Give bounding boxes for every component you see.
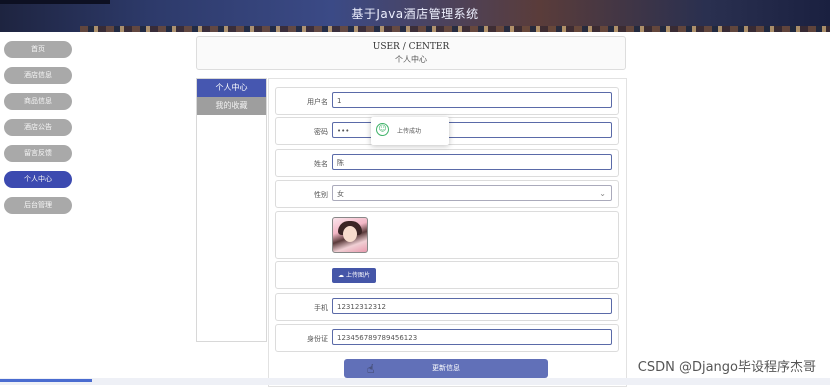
idcard-input[interactable]: 123456789789456123 bbox=[332, 329, 612, 345]
nav-item-admin[interactable]: 后台管理 bbox=[4, 197, 72, 214]
smile-icon: ☺ bbox=[376, 123, 389, 136]
gender-value: 女 bbox=[337, 190, 344, 198]
upload-row: ☁ 上传图片 bbox=[275, 261, 619, 289]
update-info-button[interactable]: 更新信息 bbox=[344, 359, 548, 378]
nav-item-hotel-info[interactable]: 酒店信息 bbox=[4, 67, 72, 84]
gender-label: 性别 bbox=[314, 191, 328, 199]
upload-success-toast: ☺ 上传成功 bbox=[371, 117, 449, 145]
username-label: 用户名 bbox=[307, 98, 328, 106]
bottom-bar bbox=[0, 378, 830, 385]
upload-image-button[interactable]: ☁ 上传图片 bbox=[332, 268, 376, 283]
page-header-en: USER / CENTER bbox=[372, 42, 450, 52]
pointer-cursor-icon: ☝ bbox=[367, 362, 375, 376]
progress-bar bbox=[0, 379, 92, 382]
chevron-down-icon: ⌄ bbox=[599, 189, 606, 198]
avatar-row bbox=[275, 211, 619, 259]
name-row: 姓名 陈 bbox=[275, 149, 619, 177]
name-input[interactable]: 陈 bbox=[332, 154, 612, 170]
gender-row: 性别 女 ⌄ bbox=[275, 180, 619, 208]
banner-image-strip bbox=[80, 26, 830, 32]
tab-favorites[interactable]: 我的收藏 bbox=[197, 97, 266, 115]
username-input[interactable]: 1 bbox=[332, 92, 612, 108]
site-title: 基于Java酒店管理系统 bbox=[351, 7, 479, 21]
left-nav: 首页 酒店信息 商品信息 酒店公告 留言反馈 个人中心 后台管理 bbox=[4, 32, 74, 214]
phone-label: 手机 bbox=[314, 304, 328, 312]
nav-item-user-center[interactable]: 个人中心 bbox=[4, 171, 72, 188]
page-header: USER / CENTER 个人中心 bbox=[196, 36, 626, 70]
gender-select[interactable]: 女 ⌄ bbox=[332, 185, 612, 201]
idcard-label: 身份证 bbox=[307, 335, 328, 343]
nav-item-home[interactable]: 首页 bbox=[4, 41, 72, 58]
toast-message: 上传成功 bbox=[397, 128, 422, 135]
name-label: 姓名 bbox=[314, 160, 328, 168]
idcard-row: 身份证 123456789789456123 bbox=[275, 324, 619, 352]
avatar-face bbox=[343, 226, 357, 242]
phone-input[interactable]: 12312312312 bbox=[332, 298, 612, 314]
nav-item-announcements[interactable]: 酒店公告 bbox=[4, 119, 72, 136]
browser-titlebar bbox=[0, 0, 110, 4]
tab-panel: 个人中心 我的收藏 bbox=[196, 78, 267, 342]
phone-row: 手机 12312312312 bbox=[275, 293, 619, 321]
nav-item-products[interactable]: 商品信息 bbox=[4, 93, 72, 110]
page-title: 个人中心 bbox=[395, 55, 427, 64]
password-label: 密码 bbox=[314, 128, 328, 136]
nav-item-feedback[interactable]: 留言反馈 bbox=[4, 145, 72, 162]
avatar bbox=[332, 217, 368, 253]
upload-icon: ☁ bbox=[338, 272, 345, 279]
watermark: CSDN @Django毕设程序杰哥 bbox=[637, 360, 816, 375]
top-banner: 基于Java酒店管理系统 bbox=[0, 0, 830, 32]
username-row: 用户名 1 bbox=[275, 87, 619, 115]
upload-label: 上传图片 bbox=[345, 272, 370, 279]
tab-user-center[interactable]: 个人中心 bbox=[197, 79, 266, 97]
